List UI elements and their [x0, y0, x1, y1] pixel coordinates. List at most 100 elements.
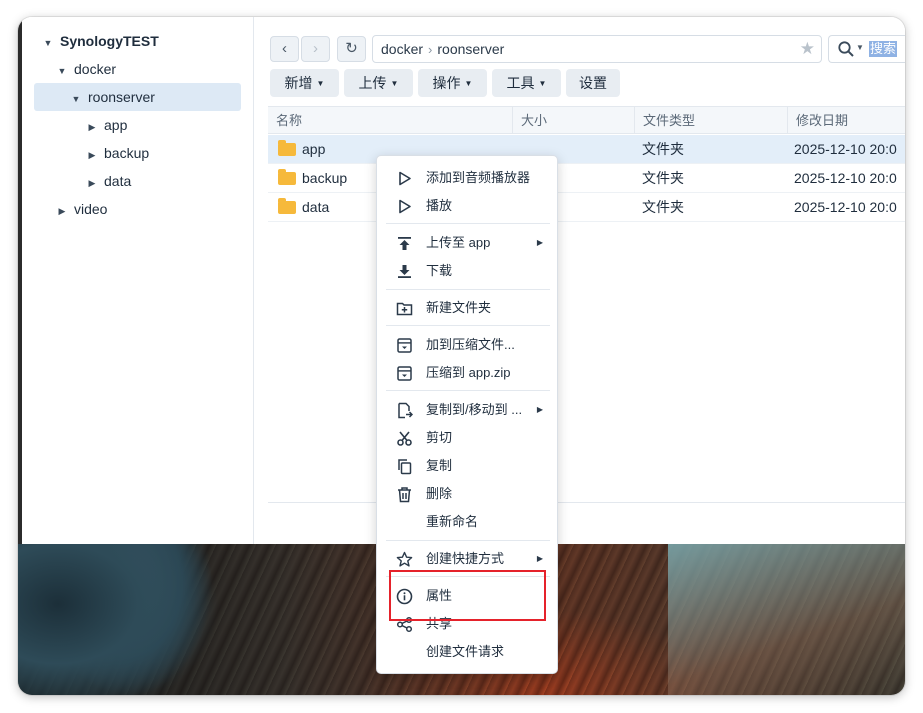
forward-button[interactable]: ›	[301, 36, 330, 62]
table-row[interactable]: app 文件夹 2025-12-10 20:0	[268, 135, 905, 164]
tree-item-label: docker	[74, 61, 117, 77]
menu-item-label: 加到压缩文件...	[426, 337, 515, 352]
menu-divider	[386, 289, 550, 290]
tree-item-video[interactable]: ▶ video	[56, 195, 108, 225]
tree-item-data[interactable]: ▶ data	[86, 167, 132, 197]
column-size[interactable]: 大小	[512, 107, 634, 134]
caret-down-icon[interactable]: ▼	[42, 29, 54, 57]
menu-item-new-folder[interactable]: 新建文件夹	[377, 294, 557, 322]
menu-item-label: 创建快捷方式	[426, 551, 505, 566]
back-button[interactable]: ‹	[270, 36, 299, 62]
menu-item-label: 重新命名	[426, 514, 479, 529]
archive-icon	[397, 338, 412, 353]
upload-icon	[398, 237, 411, 250]
menu-item-cut[interactable]: 剪切	[377, 424, 557, 452]
star-icon[interactable]: ★	[800, 36, 815, 62]
menu-item-rename[interactable]: 重新命名	[377, 508, 557, 536]
menu-item-label: 复制	[426, 458, 453, 473]
tree-item-label: app	[104, 117, 128, 133]
tree-item-backup[interactable]: ▶ backup	[86, 139, 150, 169]
menu-item-label: 剪切	[426, 430, 453, 445]
download-icon	[398, 265, 411, 278]
menu-item-label: 复制到/移动到 ...	[426, 402, 523, 417]
upload-label: 上传	[358, 75, 387, 91]
menu-item-label: 新建文件夹	[426, 300, 492, 315]
breadcrumb-docker[interactable]: docker	[381, 41, 423, 57]
caret-right-icon[interactable]: ▶	[86, 169, 98, 197]
menu-item-compress-zip[interactable]: 压缩到 app.zip	[377, 359, 557, 387]
menu-item-delete[interactable]: 删除	[377, 480, 557, 508]
menu-item-label: 添加到音频播放器	[426, 170, 531, 185]
caret-down-icon: ▼	[390, 79, 399, 88]
menu-divider	[386, 540, 550, 541]
search-icon	[838, 41, 854, 57]
menu-item-label: 下载	[426, 263, 453, 278]
copy-icon	[398, 459, 412, 475]
settings-button[interactable]: 设置	[566, 69, 620, 97]
menu-item-upload-to[interactable]: 上传至 app ▶	[377, 229, 557, 257]
caret-down-icon[interactable]: ▼	[70, 85, 82, 113]
wallpaper-shadow	[18, 544, 278, 695]
menu-item-copy-move-to[interactable]: 复制到/移动到 ... ▶	[377, 396, 557, 424]
file-type: 文件夹	[642, 141, 684, 157]
annotation-highlight-box	[389, 570, 546, 621]
create-button[interactable]: 新增 ▼	[270, 69, 339, 97]
menu-item-label: 压缩到 app.zip	[426, 365, 511, 380]
new-folder-icon	[396, 302, 413, 316]
tree-item-roonserver[interactable]: ▼ roonserver	[34, 83, 241, 111]
settings-label: 设置	[579, 75, 607, 91]
refresh-button[interactable]: ↻	[337, 36, 366, 62]
copy-move-icon	[398, 402, 413, 419]
caret-down-icon[interactable]: ▼	[856, 43, 864, 52]
file-type: 文件夹	[642, 199, 684, 215]
caret-down-icon[interactable]: ▼	[56, 57, 68, 85]
menu-item-copy[interactable]: 复制	[377, 452, 557, 480]
menu-item-label: 创建文件请求	[426, 644, 505, 659]
create-label: 新增	[284, 75, 313, 91]
menu-item-add-to-archive[interactable]: 加到压缩文件...	[377, 331, 557, 359]
search-placeholder: 搜索	[869, 41, 898, 57]
menu-item-create-file-request[interactable]: 创建文件请求	[377, 638, 557, 666]
column-type[interactable]: 文件类型	[634, 107, 787, 134]
action-button[interactable]: 操作 ▼	[418, 69, 487, 97]
column-modified[interactable]: 修改日期	[787, 107, 905, 134]
menu-item-label: 删除	[426, 486, 453, 501]
file-name: data	[302, 199, 330, 215]
tree-item-app[interactable]: ▶ app	[86, 111, 128, 141]
tree-item-docker[interactable]: ▼ docker	[56, 55, 117, 85]
scissors-icon	[397, 431, 412, 446]
table-footer-divider	[268, 502, 905, 503]
caret-right-icon[interactable]: ▶	[86, 113, 98, 141]
tree-root[interactable]: ▼ SynologyTEST	[42, 27, 159, 55]
play-icon	[399, 171, 411, 186]
folder-tree: ▼ SynologyTEST ▼ docker ▼ roonserver ▶ app ▶…	[22, 17, 254, 544]
file-modified: 2025-12-10 20:0	[794, 141, 897, 157]
caret-down-icon: ▼	[464, 79, 473, 88]
caret-right-icon[interactable]: ▶	[86, 141, 98, 169]
caret-right-icon[interactable]: ▶	[56, 197, 68, 225]
chevron-right-icon: ▶	[536, 554, 543, 563]
search-input[interactable]: ▼ 搜索	[828, 35, 905, 63]
file-name: backup	[302, 170, 348, 186]
file-name: app	[302, 141, 326, 157]
table-row[interactable]: data 文件夹 2025-12-10 20:0	[268, 193, 905, 222]
path-bar[interactable]: docker › roonserver ★	[372, 35, 822, 63]
menu-item-create-shortcut[interactable]: 创建快捷方式 ▶	[377, 545, 557, 573]
wallpaper-highlight	[668, 544, 905, 695]
file-type: 文件夹	[642, 170, 684, 186]
breadcrumb-separator: ›	[428, 42, 433, 57]
chevron-right-icon: ›	[313, 40, 318, 57]
action-label: 操作	[432, 75, 461, 91]
tree-item-label: data	[104, 173, 132, 189]
folder-icon	[278, 140, 296, 156]
table-row[interactable]: backup 文件夹 2025-12-10 20:0	[268, 164, 905, 193]
tools-button[interactable]: 工具 ▼	[492, 69, 561, 97]
chevron-left-icon: ‹	[282, 40, 287, 57]
upload-button[interactable]: 上传 ▼	[344, 69, 413, 97]
breadcrumb-roonserver[interactable]: roonserver	[437, 41, 504, 57]
menu-item-add-to-audio-player[interactable]: 添加到音频播放器	[377, 164, 557, 192]
menu-item-play[interactable]: 播放	[377, 192, 557, 220]
menu-item-download[interactable]: 下载	[377, 257, 557, 285]
column-name[interactable]: 名称	[268, 107, 512, 134]
chevron-right-icon: ▶	[536, 238, 543, 247]
